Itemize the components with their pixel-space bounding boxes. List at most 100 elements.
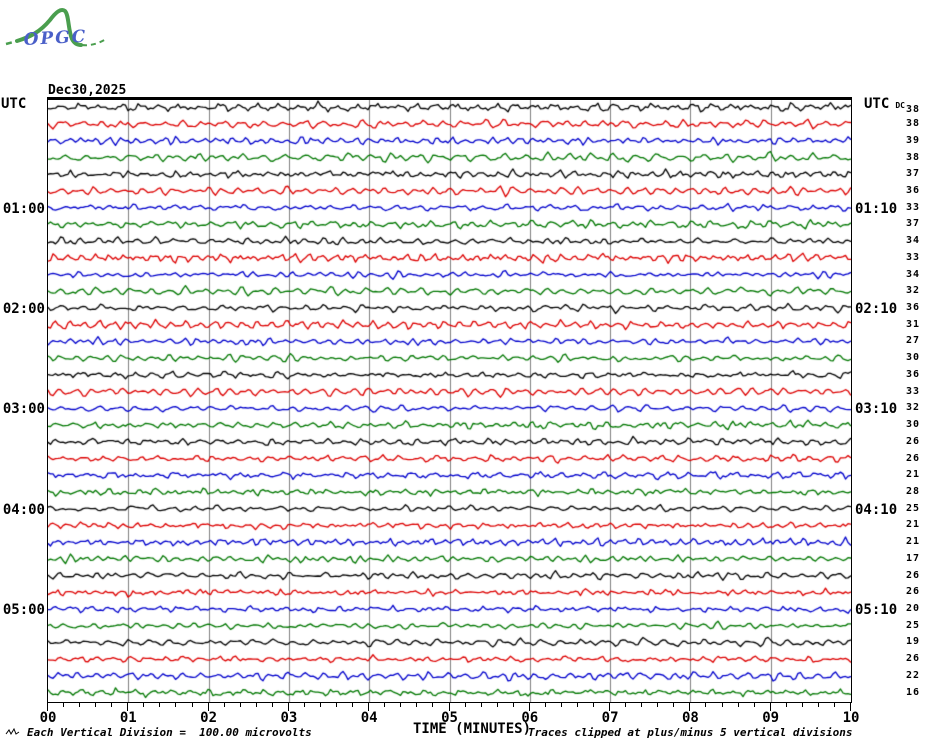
minor-tick xyxy=(95,702,96,707)
helicorder-page: OPGC Dec30,2025 COLF HHZ FR 00 (Collange… xyxy=(0,0,930,744)
x-tick-label: 07 xyxy=(602,710,619,726)
dc-value: 32 xyxy=(886,402,920,413)
dc-value: 17 xyxy=(886,553,920,564)
minor-tick xyxy=(513,702,514,707)
logo-text: OPGC xyxy=(23,27,88,50)
dc-value: 22 xyxy=(886,670,920,681)
left-hour-label: 03:00 xyxy=(0,401,45,417)
wiggle-icon xyxy=(5,728,21,737)
minor-tick xyxy=(802,702,803,707)
minor-tick xyxy=(722,702,723,707)
minor-tick xyxy=(63,702,64,707)
minor-tick xyxy=(625,702,626,707)
minor-tick xyxy=(465,702,466,707)
minor-tick xyxy=(673,702,674,707)
dc-value: 33 xyxy=(886,386,920,397)
minor-tick xyxy=(352,702,353,707)
minor-tick xyxy=(224,702,225,707)
minor-tick xyxy=(545,702,546,707)
dc-value: 30 xyxy=(886,419,920,430)
x-tick-label: 09 xyxy=(762,710,779,726)
dc-value: 30 xyxy=(886,352,920,363)
dc-value: 31 xyxy=(886,319,920,330)
minor-tick xyxy=(79,702,80,707)
x-tick-label: 02 xyxy=(200,710,217,726)
opgc-logo: OPGC xyxy=(4,2,114,54)
minor-tick xyxy=(593,702,594,707)
dc-value: 21 xyxy=(886,519,920,530)
dc-value: 21 xyxy=(886,536,920,547)
dc-value: 38 xyxy=(886,118,920,129)
dc-value: 21 xyxy=(886,469,920,480)
dc-value: 34 xyxy=(886,235,920,246)
minor-tick xyxy=(304,702,305,707)
dc-value: 20 xyxy=(886,603,920,614)
left-hour-label: 04:00 xyxy=(0,502,45,518)
minor-tick xyxy=(657,702,658,707)
dc-value: 26 xyxy=(886,570,920,581)
x-tick-label: 10 xyxy=(843,710,860,726)
dc-value: 38 xyxy=(886,152,920,163)
dc-value: 37 xyxy=(886,218,920,229)
minor-tick xyxy=(577,702,578,707)
dc-value: 16 xyxy=(886,687,920,698)
minor-tick xyxy=(754,702,755,707)
minor-tick xyxy=(240,702,241,707)
dc-value: 36 xyxy=(886,185,920,196)
dc-value: 26 xyxy=(886,453,920,464)
dc-value: 34 xyxy=(886,269,920,280)
dc-value: 28 xyxy=(886,486,920,497)
minor-tick xyxy=(786,702,787,707)
minor-tick xyxy=(111,702,112,707)
x-tick-label: 01 xyxy=(120,710,137,726)
dc-value: 26 xyxy=(886,436,920,447)
minor-tick xyxy=(320,702,321,707)
left-hour-label: 02:00 xyxy=(0,301,45,317)
dc-value: 36 xyxy=(886,302,920,313)
dc-value: 25 xyxy=(886,503,920,514)
dc-value: 26 xyxy=(886,653,920,664)
minor-tick xyxy=(192,702,193,707)
x-axis-title: TIME (MINUTES) xyxy=(413,721,531,737)
minor-tick xyxy=(432,702,433,707)
dc-value: DC38 xyxy=(886,101,920,115)
plot-area xyxy=(47,97,852,703)
dc-value: 26 xyxy=(886,586,920,597)
clipping-note: Traces clipped at plus/minus 5 vertical … xyxy=(528,726,853,739)
minor-tick xyxy=(175,702,176,707)
minor-tick xyxy=(384,702,385,707)
dc-value: 39 xyxy=(886,135,920,146)
minor-tick xyxy=(705,702,706,707)
minor-tick xyxy=(159,702,160,707)
dc-value: 27 xyxy=(886,335,920,346)
minor-tick xyxy=(400,702,401,707)
left-hour-label: 05:00 xyxy=(0,602,45,618)
dc-value: 25 xyxy=(886,620,920,631)
minor-tick xyxy=(834,702,835,707)
dc-value: 37 xyxy=(886,168,920,179)
dc-value: 19 xyxy=(886,636,920,647)
x-tick-label: 04 xyxy=(361,710,378,726)
x-tick-label: 03 xyxy=(280,710,297,726)
vertical-division-note: Each Vertical Division = 100.00 microvol… xyxy=(27,726,312,739)
dc-value: 36 xyxy=(886,369,920,380)
minor-tick xyxy=(641,702,642,707)
dc-value: 33 xyxy=(886,252,920,263)
minor-tick xyxy=(272,702,273,707)
utc-label-left: UTC xyxy=(1,96,26,112)
minor-tick xyxy=(336,702,337,707)
dc-axis-label: DC xyxy=(895,101,905,110)
left-hour-label: 01:00 xyxy=(0,201,45,217)
trace-canvas xyxy=(48,100,851,702)
minor-tick xyxy=(738,702,739,707)
x-tick-label: 00 xyxy=(40,710,57,726)
minor-tick xyxy=(481,702,482,707)
minor-tick xyxy=(497,702,498,707)
minor-tick xyxy=(143,702,144,707)
minor-tick xyxy=(818,702,819,707)
dc-value: 32 xyxy=(886,285,920,296)
date-label: Dec30,2025 xyxy=(48,84,228,98)
minor-tick xyxy=(561,702,562,707)
minor-tick xyxy=(256,702,257,707)
minor-tick xyxy=(416,702,417,707)
